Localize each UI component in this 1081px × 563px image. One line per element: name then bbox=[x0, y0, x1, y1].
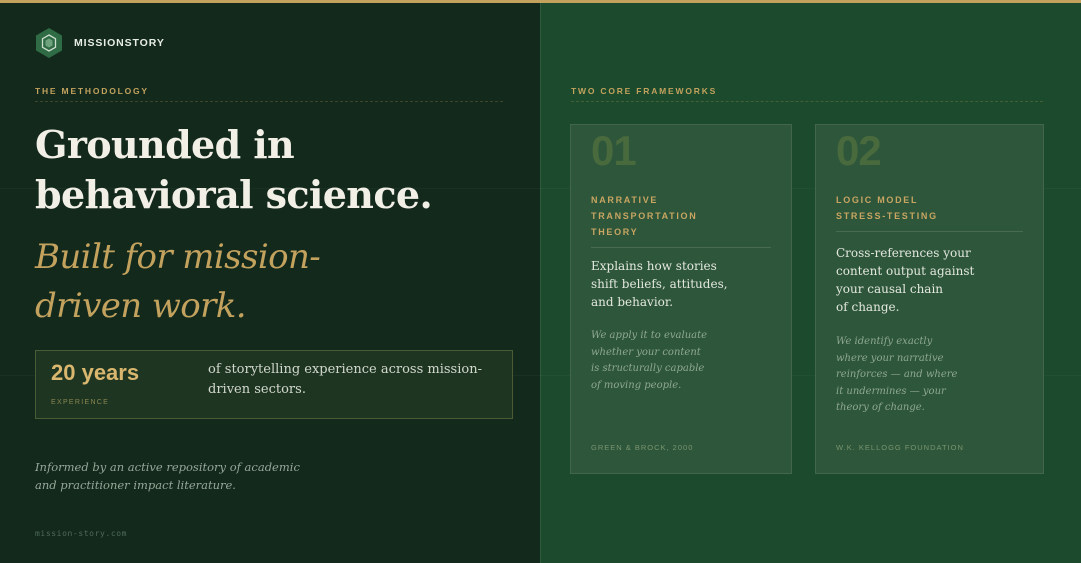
stat-label: EXPERIENCE bbox=[51, 399, 110, 406]
headline-line: behavioral science. bbox=[35, 172, 433, 217]
card-note-line: is structurally capable bbox=[591, 363, 705, 374]
card-note-line: whether your content bbox=[591, 346, 701, 358]
card-title-line: STRESS-TESTING bbox=[836, 211, 938, 221]
card-body-line: Explains how stories bbox=[591, 259, 717, 273]
page-subheadline: Built for mission- driven work. bbox=[35, 233, 515, 331]
card-note: We apply it to evaluate whether your con… bbox=[591, 328, 781, 394]
methodology-eyebrow: THE METHODOLOGY bbox=[35, 86, 149, 96]
headline-line: Grounded in bbox=[35, 122, 295, 167]
card-note-line: We identify exactly bbox=[836, 336, 933, 347]
card-body-line: and behavior. bbox=[591, 295, 674, 309]
card-body: Cross-references your content output aga… bbox=[836, 244, 1026, 316]
card-title: LOGIC MODEL STRESS-TESTING bbox=[836, 192, 1036, 224]
stat-description: of storytelling experience across missio… bbox=[208, 362, 482, 397]
subheadline-line: driven work. bbox=[35, 286, 247, 326]
card-note-line: theory of change. bbox=[836, 402, 925, 413]
frameworks-eyebrow: TWO CORE FRAMEWORKS bbox=[571, 86, 718, 96]
framework-card-logic-model[interactable]: 02 LOGIC MODEL STRESS-TESTING Cross-refe… bbox=[815, 124, 1044, 474]
card-divider bbox=[836, 231, 1023, 232]
card-number: 02 bbox=[836, 127, 882, 174]
eyebrow-divider bbox=[35, 101, 503, 102]
subheadline-line: Built for mission- bbox=[35, 237, 321, 277]
card-note-line: where your narrative bbox=[836, 352, 944, 364]
card-body: Explains how stories shift beliefs, atti… bbox=[591, 257, 781, 311]
experience-stat-box: 20 years EXPERIENCE of storytelling expe… bbox=[35, 350, 513, 419]
card-note-line: reinforces — and where bbox=[836, 369, 958, 380]
card-body-line: Cross-references your bbox=[836, 246, 971, 260]
page-headline: Grounded in behavioral science. bbox=[35, 120, 515, 220]
card-title-line: NARRATIVE bbox=[591, 195, 659, 205]
card-citation: GREEN & BROCK, 2000 bbox=[591, 443, 694, 452]
card-number: 01 bbox=[591, 127, 637, 174]
card-note-line: of moving people. bbox=[591, 379, 682, 391]
stat-value: 20 years bbox=[51, 360, 140, 385]
card-title-line: LOGIC MODEL bbox=[836, 195, 919, 205]
card-note-line: We apply it to evaluate bbox=[591, 330, 708, 341]
literature-footnote: Informed by an active repository of acad… bbox=[35, 458, 335, 494]
card-note-line: it undermines — your bbox=[836, 385, 946, 397]
card-title: NARRATIVE TRANSPORTATION THEORY bbox=[591, 192, 791, 240]
card-divider bbox=[591, 247, 771, 248]
card-citation: W.K. KELLOGG FOUNDATION bbox=[836, 443, 964, 452]
card-body-line: shift beliefs, attitudes, bbox=[591, 277, 728, 291]
eyebrow-divider bbox=[571, 101, 1043, 102]
brand-logo[interactable]: MISSIONSTORY bbox=[35, 27, 165, 59]
footnote-line: Informed by an active repository of acad… bbox=[35, 460, 300, 474]
card-body-line: content output against bbox=[836, 264, 975, 278]
card-title-line: THEORY bbox=[591, 227, 639, 237]
card-title-line: TRANSPORTATION bbox=[591, 211, 698, 221]
footnote-line: and practitioner impact literature. bbox=[35, 478, 236, 492]
card-body-line: of change. bbox=[836, 300, 900, 314]
card-note: We identify exactly where your narrative… bbox=[836, 334, 1026, 417]
brand-name: MISSIONSTORY bbox=[74, 37, 165, 49]
hexagon-logo-icon bbox=[36, 28, 62, 58]
framework-card-narrative-transportation[interactable]: 01 NARRATIVE TRANSPORTATION THEORY Expla… bbox=[570, 124, 792, 474]
card-body-line: your causal chain bbox=[836, 282, 944, 296]
site-url[interactable]: mission-story.com bbox=[35, 529, 127, 538]
